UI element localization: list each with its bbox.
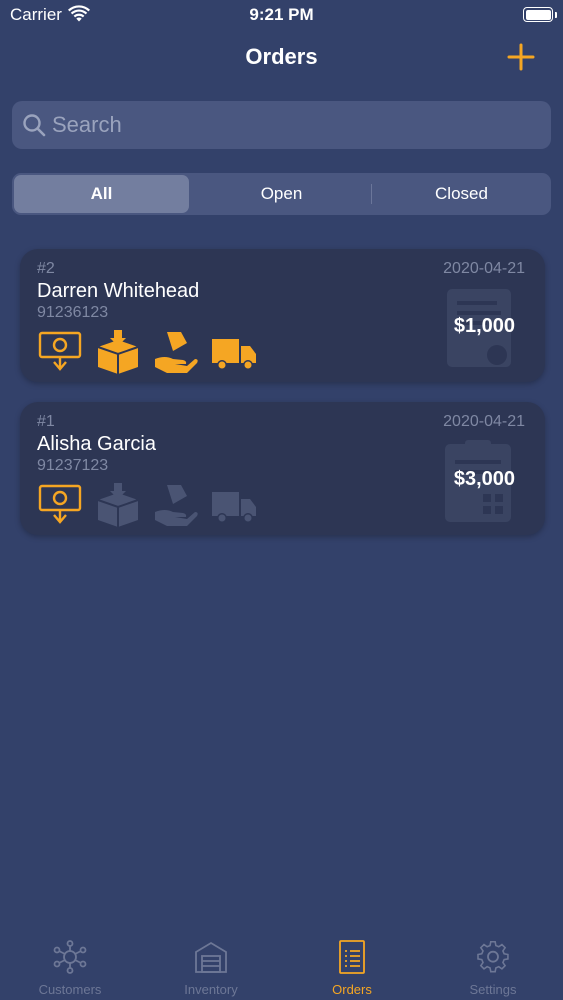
customers-network-icon xyxy=(53,940,87,974)
hand-delivery-icon xyxy=(155,485,198,526)
segment-open[interactable]: Open xyxy=(194,175,369,213)
order-number: #1 xyxy=(37,413,55,430)
truck-icon xyxy=(212,339,256,370)
order-card[interactable]: #1 2020-04-21 Alisha Garcia 91237123 $3,… xyxy=(20,402,545,535)
order-number: #2 xyxy=(37,260,55,277)
tab-orders[interactable]: Orders xyxy=(282,930,422,1000)
hand-delivery-icon xyxy=(155,332,198,373)
tab-settings[interactable]: Settings xyxy=(423,930,563,1000)
add-order-button[interactable] xyxy=(500,36,542,78)
search-bar[interactable] xyxy=(12,101,551,149)
tab-label: Settings xyxy=(469,982,517,997)
tab-inventory[interactable]: Inventory xyxy=(141,930,281,1000)
payment-icon xyxy=(38,484,82,524)
page-title: Orders xyxy=(245,44,318,69)
box-icon xyxy=(97,483,139,527)
tab-label: Inventory xyxy=(184,982,238,997)
order-date: 2020-04-21 xyxy=(443,413,525,430)
search-icon xyxy=(23,114,46,137)
customer-phone: 91237123 xyxy=(37,457,109,474)
segment-closed[interactable]: Closed xyxy=(374,175,549,213)
tab-customers[interactable]: Customers xyxy=(0,930,140,1000)
order-amount: $3,000 xyxy=(453,468,515,490)
tab-label: Orders xyxy=(332,982,372,997)
customer-phone: 91236123 xyxy=(37,304,109,321)
segment-all[interactable]: All xyxy=(14,175,189,213)
order-card[interactable]: #2 2020-04-21 Darren Whitehead 91236123 … xyxy=(20,249,545,382)
battery-icon xyxy=(523,7,553,22)
order-filter-segmented-control: All Open Closed xyxy=(12,173,551,215)
tab-bar: Customers Inventory Orders Settings xyxy=(0,930,563,1000)
box-icon xyxy=(97,330,139,374)
orders-list-icon xyxy=(339,940,365,974)
warehouse-icon xyxy=(195,941,227,973)
tab-label: Customers xyxy=(38,982,102,997)
order-amount: $1,000 xyxy=(453,315,515,337)
status-bar: Carrier 9:21 PM xyxy=(0,0,563,30)
search-input[interactable] xyxy=(52,101,542,149)
payment-icon xyxy=(38,331,82,371)
clock: 9:21 PM xyxy=(249,5,314,24)
truck-icon xyxy=(212,492,256,523)
battery-tip xyxy=(555,12,557,18)
segment-divider xyxy=(371,184,372,204)
plus-icon xyxy=(507,43,535,71)
order-date: 2020-04-21 xyxy=(443,260,525,277)
gear-icon xyxy=(477,940,509,973)
customer-name: Darren Whitehead xyxy=(37,280,200,302)
customer-name: Alisha Garcia xyxy=(37,433,156,455)
